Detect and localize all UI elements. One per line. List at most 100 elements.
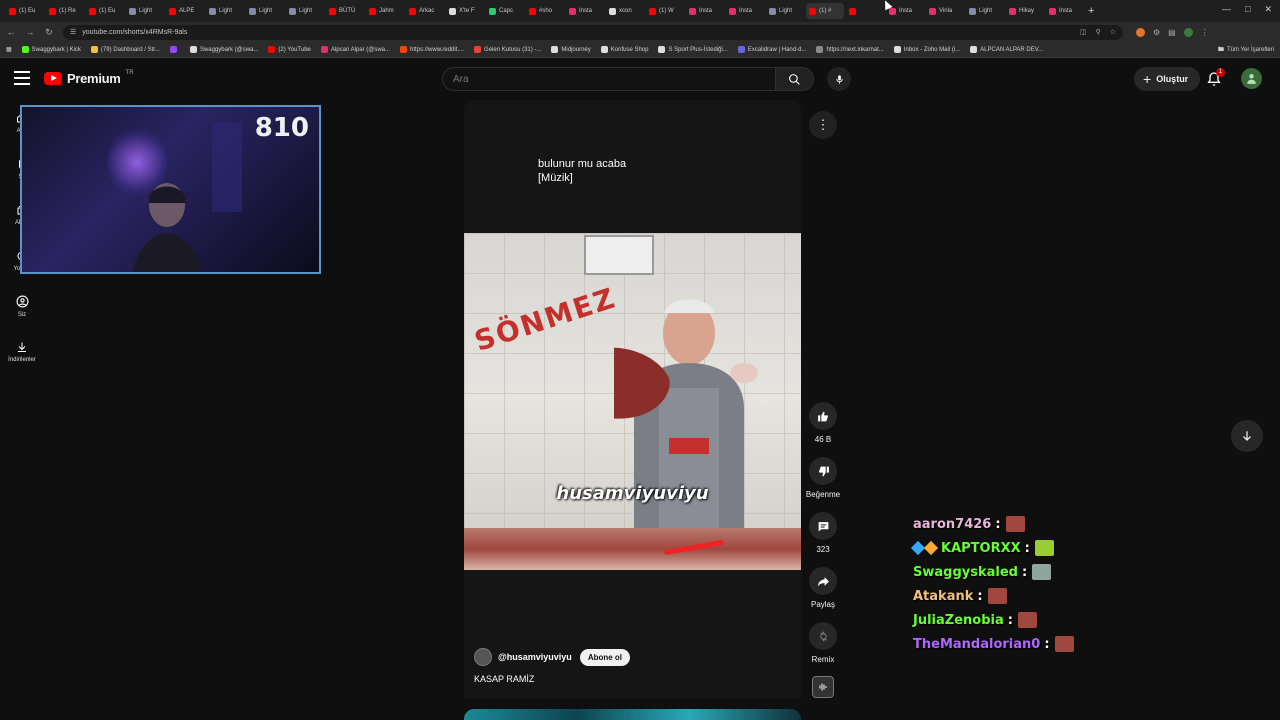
bookmark-item[interactable]: Swaggybark | Kick <box>21 46 81 53</box>
browser-tab[interactable] <box>846 3 884 19</box>
browser-tab[interactable]: Light <box>126 3 164 19</box>
browser-tab[interactable]: (1) Re <box>46 3 84 19</box>
browser-tab[interactable]: Insta <box>1046 3 1084 19</box>
browser-tab[interactable]: ALPE <box>166 3 204 19</box>
profile-icon[interactable] <box>1183 27 1193 37</box>
bookmark-label: Swaggybark (@swa... <box>199 46 259 53</box>
apps-grid-icon[interactable]: ▦ <box>6 46 12 53</box>
browser-tab[interactable]: Light <box>766 3 804 19</box>
next-video-button[interactable] <box>1231 420 1263 452</box>
channel-avatar[interactable] <box>474 648 492 666</box>
sidebar-item-downloads[interactable]: İndirilenler <box>0 341 44 363</box>
bookmark-item[interactable]: Swaggybark (@swa... <box>189 46 259 53</box>
extension-icon[interactable] <box>1136 27 1145 37</box>
bookmark-item[interactable]: S Sport Plus-İstediği... <box>658 46 728 53</box>
share-button[interactable]: Paylaş <box>800 567 846 609</box>
browser-tab[interactable]: Insta <box>726 3 764 19</box>
subscribe-button[interactable]: Abone ol <box>579 648 631 666</box>
shorts-player[interactable]: bulunur mu acaba [Müzik] SÖNMEZ husamviy… <box>464 100 801 698</box>
video-overlay-text: husamviyuviyu <box>556 483 709 504</box>
bookmark-item[interactable]: (2) YouTube <box>268 46 311 53</box>
browser-tab[interactable]: Hikay <box>1006 3 1044 19</box>
youtube-premium-logo[interactable]: Premium TR <box>44 70 134 86</box>
browser-tab[interactable]: Light <box>206 3 244 19</box>
search-input[interactable] <box>442 67 776 91</box>
new-tab-icon[interactable]: + <box>1088 5 1094 17</box>
all-bookmarks-folder[interactable]: 🖿 Tüm Yer İşaretleri <box>1218 45 1274 55</box>
bookmark-item[interactable]: Gelen Kutusu (31) -... <box>474 46 541 53</box>
browser-tab[interactable]: Vinla <box>926 3 964 19</box>
browser-tab[interactable]: (1) Eu <box>6 3 44 19</box>
tab-favicon-icon <box>409 7 416 15</box>
create-button[interactable]: + Oluştur <box>1134 67 1201 91</box>
bookmark-star-icon[interactable]: ☆ <box>1110 28 1116 36</box>
browser-tab[interactable]: Insta <box>566 3 604 19</box>
bookmark-favicon-icon <box>893 46 901 53</box>
next-short-preview[interactable] <box>464 709 801 720</box>
browser-tab[interactable]: BÜTÜ <box>326 3 364 19</box>
bookmark-item[interactable]: (79) Dashboard / Str... <box>90 46 160 53</box>
tab-favicon-icon <box>569 7 576 15</box>
voice-search-button[interactable] <box>827 67 851 91</box>
browser-tab[interactable]: #sho <box>526 3 564 19</box>
chat-username: Atakank <box>913 588 974 604</box>
browser-tab[interactable]: Arkac <box>406 3 444 19</box>
chat-emote-icon <box>1005 516 1025 532</box>
streamer-webcam: 810 <box>20 105 321 274</box>
zoom-icon[interactable]: ⚲ <box>1096 28 1101 36</box>
bookmark-item[interactable] <box>169 46 180 53</box>
bookmark-item[interactable]: Excalidraw | Hand-d... <box>737 46 806 53</box>
extensions-puzzle-icon[interactable]: ⚙ <box>1153 28 1160 37</box>
bookmark-favicon-icon <box>189 46 197 53</box>
tab-title: Light <box>219 8 233 14</box>
remix-button[interactable]: Remix <box>800 622 846 664</box>
comments-button[interactable]: 323 <box>800 512 846 554</box>
sidebar-item-you[interactable]: Siz <box>0 295 44 318</box>
chat-username: KAPTORXX <box>941 540 1021 556</box>
browser-tab[interactable]: xcon <box>606 3 644 19</box>
bookmark-item[interactable]: https://next.inkarnat... <box>816 46 884 53</box>
bookmark-item[interactable]: Alpcan Alpar (@swa... <box>320 46 390 53</box>
sidebar-toggle-icon[interactable]: ▤ <box>1168 28 1176 37</box>
back-icon[interactable]: ← <box>6 27 16 37</box>
hamburger-menu-icon[interactable] <box>14 71 30 85</box>
bookmark-item[interactable]: Inbox - Zoho Mail (i... <box>893 46 960 53</box>
bookmark-item[interactable]: Midjourney <box>551 46 591 53</box>
browser-tab[interactable]: Capc <box>486 3 524 19</box>
sound-button[interactable] <box>812 676 834 698</box>
chat-username: Swaggyskaled <box>913 564 1018 580</box>
video-title[interactable]: KASAP RAMİZ <box>474 674 534 684</box>
browser-tab[interactable]: (1) Eu <box>86 3 124 19</box>
tab-title: Insta <box>899 8 913 14</box>
bookmark-item[interactable]: https://www.reddit.... <box>400 46 464 53</box>
minimize-icon[interactable]: — <box>1222 4 1231 15</box>
browser-tab[interactable]: (1) # <box>806 3 844 19</box>
search-button[interactable] <box>776 67 814 91</box>
chat-message: JuliaZenobia: <box>913 608 1074 632</box>
browser-tab[interactable]: Light <box>286 3 324 19</box>
channel-name[interactable]: @husamviyuviyu <box>498 652 572 662</box>
browser-tab[interactable]: Light <box>966 3 1004 19</box>
bookmark-item[interactable]: Konfuse Shop <box>600 46 648 53</box>
maximize-icon[interactable]: □ <box>1245 4 1250 15</box>
browser-tab[interactable]: (1) W <box>646 3 684 19</box>
account-avatar[interactable] <box>1241 68 1262 89</box>
browser-menu-icon[interactable]: ⋮ <box>1201 28 1209 37</box>
reload-icon[interactable]: ↻ <box>44 27 54 38</box>
chat-separator: : <box>977 588 983 604</box>
browser-tab[interactable]: X'te F <box>446 3 484 19</box>
browser-tab[interactable]: Insta <box>686 3 724 19</box>
more-options-button[interactable]: ⋮ <box>809 111 837 139</box>
video-frame[interactable]: SÖNMEZ husamviyuviyu <box>464 233 801 570</box>
bookmark-item[interactable]: ALPCAN ALPAR DEV... <box>970 46 1043 53</box>
browser-tab[interactable]: Light <box>246 3 284 19</box>
forward-icon[interactable]: → <box>25 27 35 37</box>
dislike-button[interactable]: Beğenme <box>800 457 846 499</box>
url-field[interactable]: ☰ youtube.com/shorts/x4RMsR-9als ◫ ⚲ ☆ <box>63 24 1123 40</box>
notifications-button[interactable]: 1 <box>1206 68 1226 89</box>
install-icon[interactable]: ◫ <box>1080 28 1087 36</box>
browser-tab[interactable]: Jahm <box>366 3 404 19</box>
close-window-icon[interactable]: ✕ <box>1264 4 1272 15</box>
like-button[interactable]: 46 B <box>800 402 846 444</box>
site-info-icon[interactable]: ☰ <box>70 28 76 36</box>
